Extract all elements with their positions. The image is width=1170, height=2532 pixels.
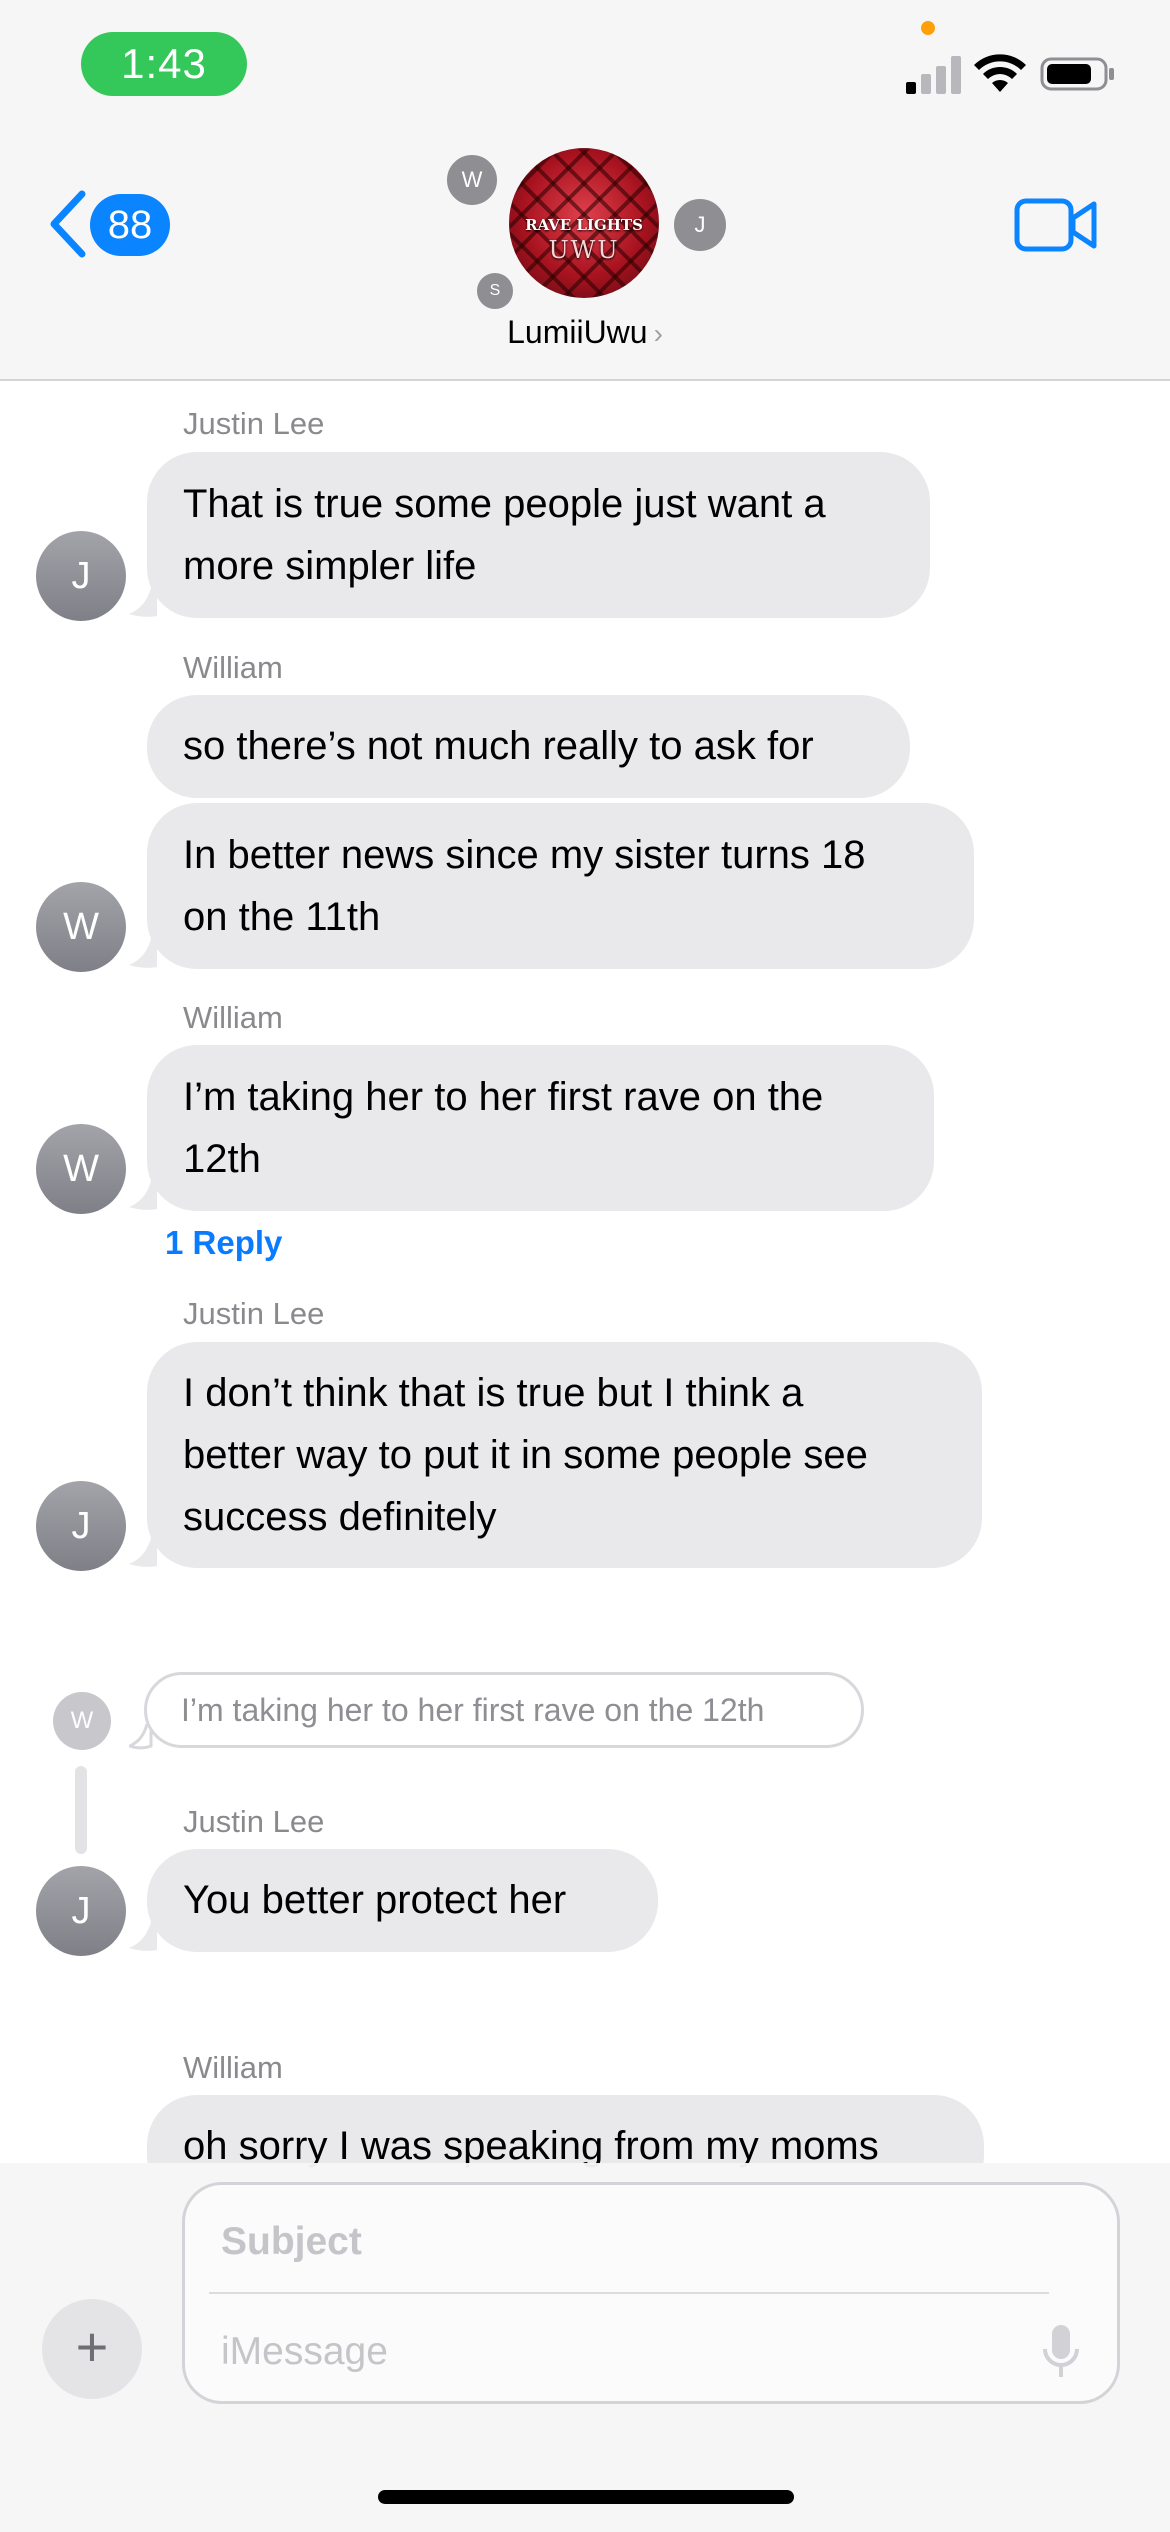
sender-avatar[interactable]: J — [36, 1866, 126, 1956]
chevron-right-icon: › — [653, 318, 663, 349]
group-avatar-text-bottom: UWU — [548, 236, 620, 264]
bubble-tail — [129, 1538, 157, 1567]
home-indicator — [378, 2490, 794, 2504]
microphone-icon[interactable] — [1041, 2323, 1081, 2381]
sender-name: Justin Lee — [183, 1804, 325, 1839]
member-avatar-w: W — [444, 152, 500, 208]
message-bubble[interactable]: I’m taking her to her first rave on the … — [147, 1045, 934, 1211]
status-time: 1:43 — [81, 32, 247, 96]
quoted-message-bubble[interactable]: I’m taking her to her first rave on the … — [144, 1672, 864, 1748]
sender-avatar[interactable]: J — [36, 1481, 126, 1571]
sender-name: William — [183, 1000, 283, 1035]
message-bubble[interactable]: In better news since my sister turns 18 … — [147, 803, 974, 969]
bubble-tail — [129, 1922, 157, 1951]
video-camera-icon[interactable] — [1014, 196, 1098, 254]
sender-avatar[interactable]: J — [36, 531, 126, 621]
bubble-tail — [129, 939, 157, 968]
wifi-icon — [974, 54, 1026, 92]
back-chevron-icon[interactable] — [46, 190, 90, 258]
bubble-tail — [129, 588, 157, 617]
sender-name: Justin Lee — [183, 1296, 325, 1331]
sender-avatar[interactable]: W — [36, 882, 126, 972]
message-bubble[interactable]: That is true some people just want a mor… — [147, 452, 930, 618]
group-avatar[interactable]: RAVE LIGHTS UWU — [509, 148, 659, 298]
sender-name: Justin Lee — [183, 406, 325, 441]
imessage-input[interactable] — [221, 2325, 1001, 2379]
bubble-tail — [129, 1181, 157, 1210]
message-bubble[interactable]: You better protect her — [147, 1849, 658, 1952]
privacy-indicator-dot — [921, 21, 935, 35]
subject-field[interactable] — [221, 2215, 1041, 2269]
sender-avatar[interactable]: W — [36, 1124, 126, 1214]
plus-button[interactable]: + — [42, 2299, 142, 2399]
group-avatar-text-top: RAVE LIGHTS — [525, 216, 643, 234]
group-name-label: LumiiUwu — [507, 314, 648, 350]
cellular-signal-icon — [906, 56, 962, 94]
message-bubble[interactable]: so there’s not much really to ask for — [147, 695, 910, 798]
thread-reply-link[interactable]: 1 Reply — [165, 1224, 282, 1262]
member-avatar-s: S — [474, 270, 516, 312]
message-bubble[interactable]: I don’t think that is true but I think a… — [147, 1342, 982, 1568]
sender-name: William — [183, 650, 283, 685]
sender-name: William — [183, 2050, 283, 2085]
message-input-box[interactable] — [182, 2182, 1120, 2404]
input-divider — [209, 2292, 1049, 2294]
battery-icon — [1040, 57, 1114, 91]
conversation-header: 1:43 88 W RAVE LIGHTS UWU J S LumiiUwu › — [0, 0, 1170, 381]
back-unread-count-badge[interactable]: 88 — [90, 194, 170, 256]
member-avatar-j: J — [671, 196, 729, 254]
quoted-sender-avatar: W — [53, 1692, 111, 1750]
reply-thread-line — [75, 1766, 87, 1854]
group-name-button[interactable]: LumiiUwu › — [0, 314, 1170, 351]
